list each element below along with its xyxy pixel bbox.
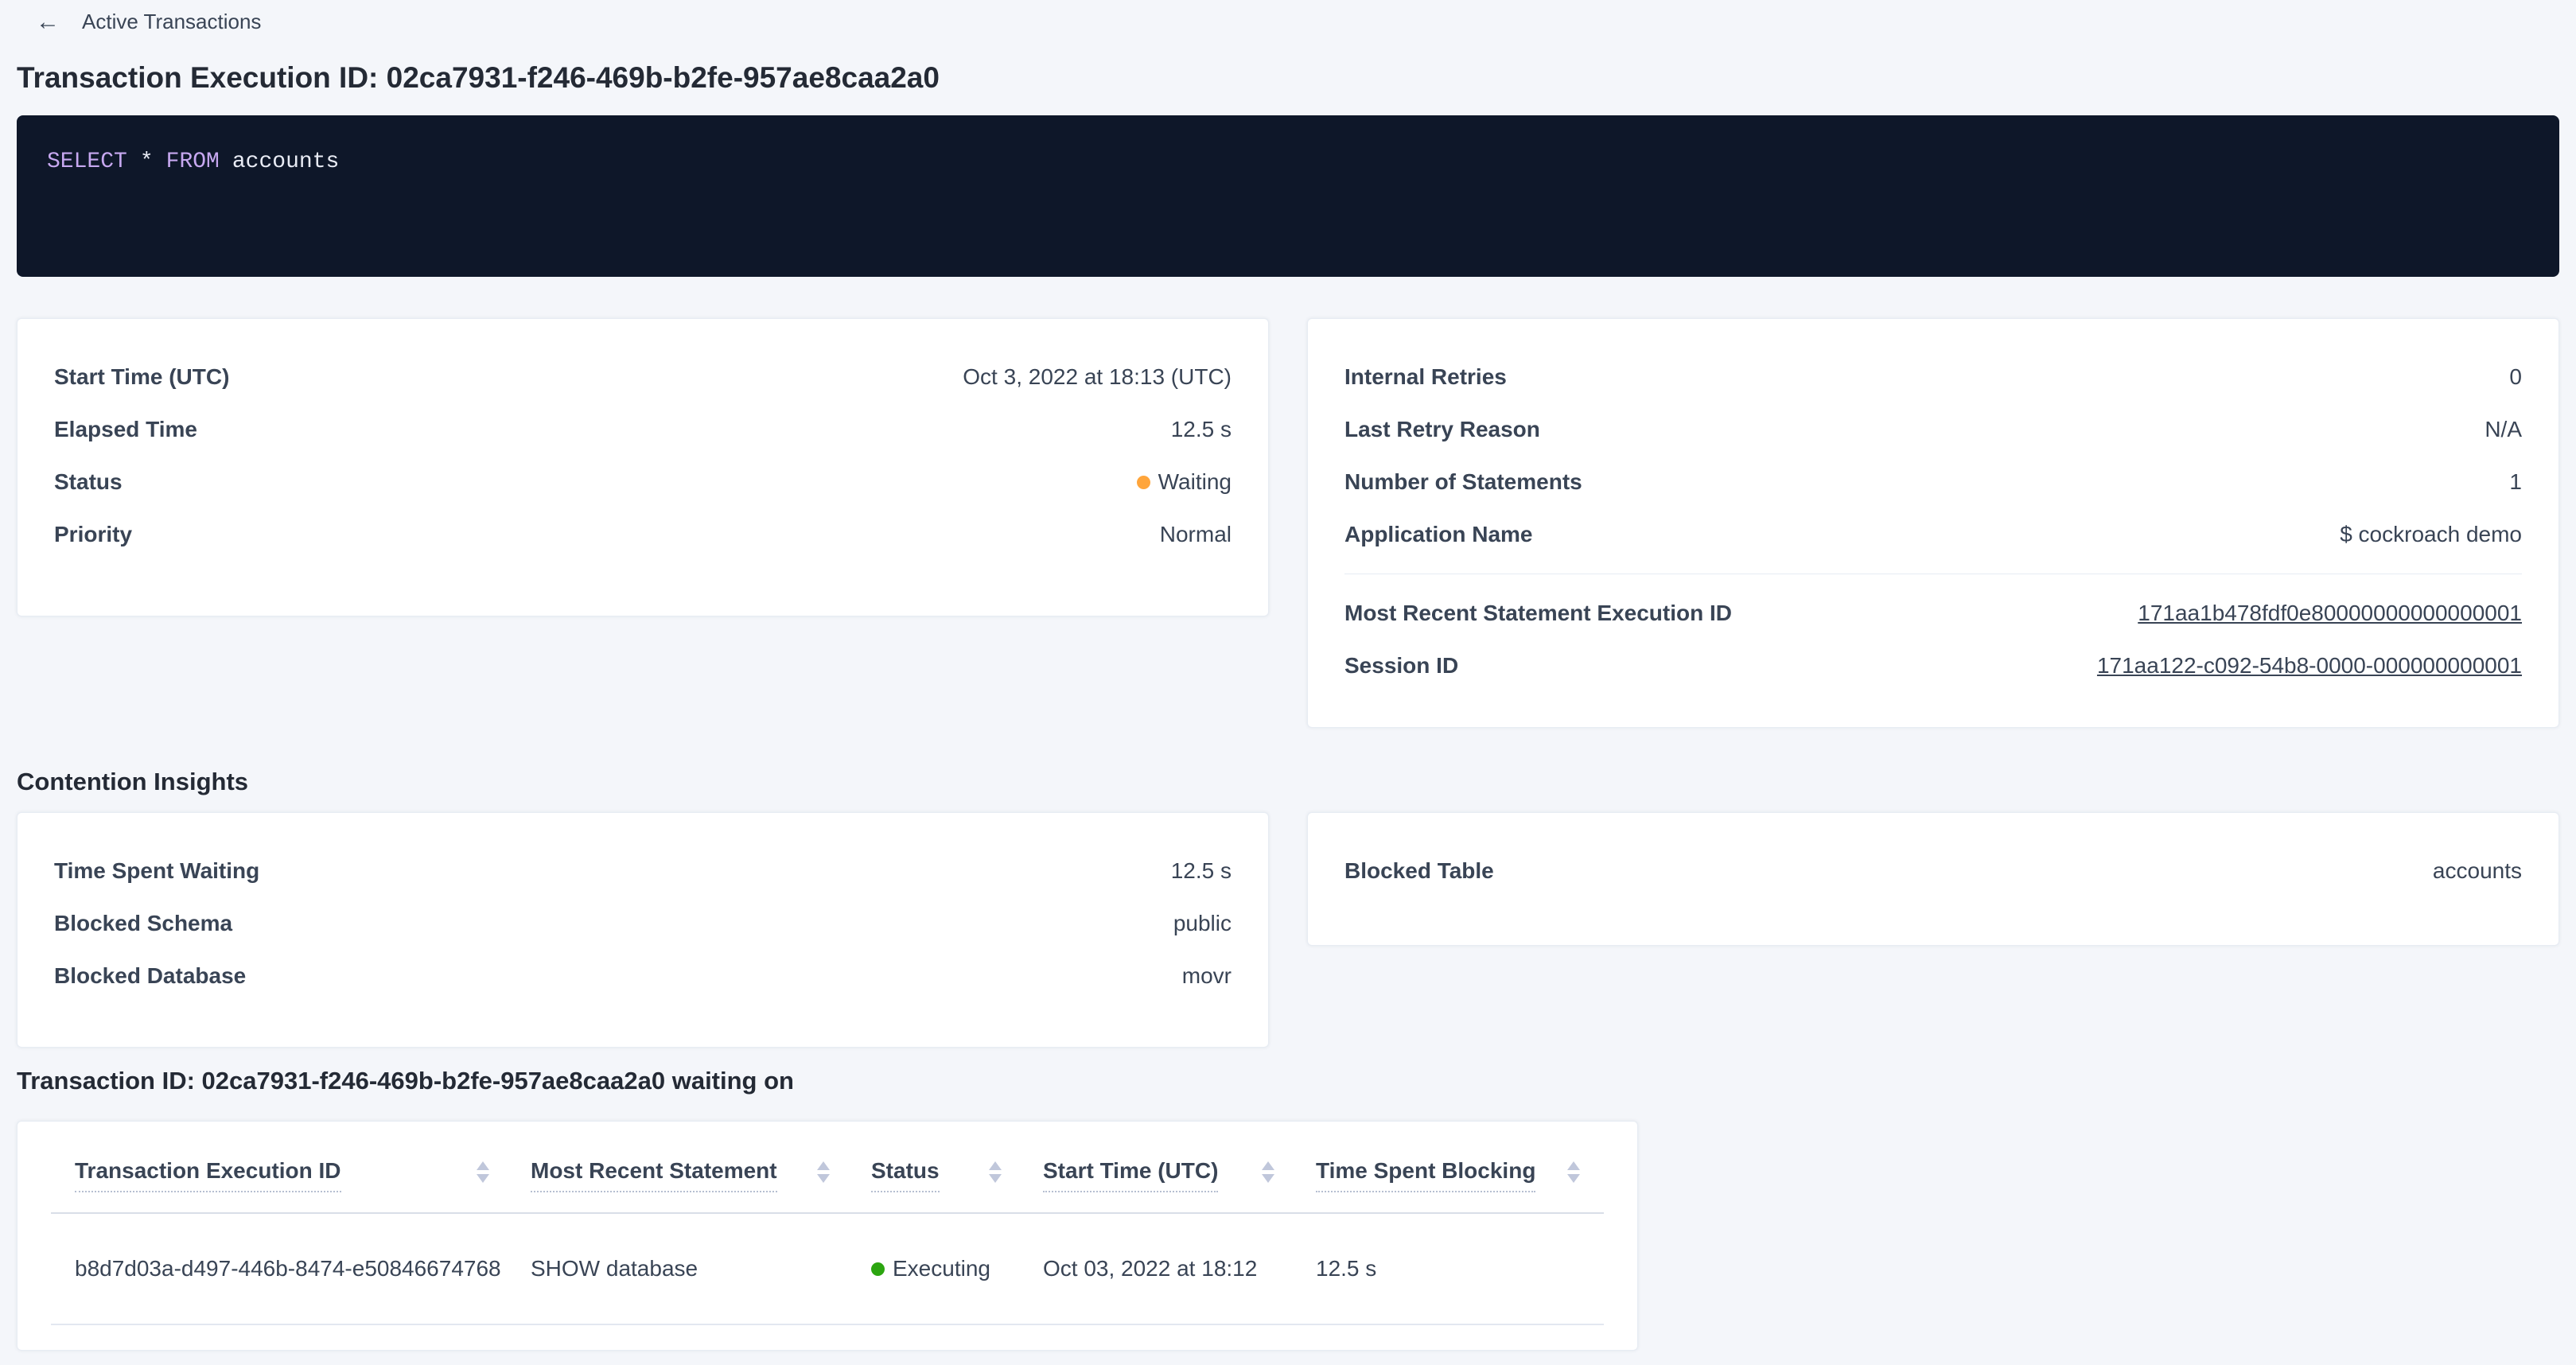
- cell-time-spent-blocking: 12.5 s: [1316, 1255, 1604, 1282]
- elapsed-time-value: 12.5 s: [1171, 417, 1232, 442]
- column-header-label: Status: [871, 1157, 940, 1192]
- session-id-label: Session ID: [1344, 653, 1458, 679]
- priority-row: Priority Normal: [54, 508, 1232, 561]
- waiting-on-table-card: Transaction Execution ID Most Recent Sta…: [17, 1121, 1638, 1351]
- column-header-time-spent-blocking[interactable]: Time Spent Blocking: [1316, 1157, 1604, 1192]
- contention-insights-heading: Contention Insights: [17, 766, 2576, 798]
- blocked-table-value: accounts: [2433, 858, 2522, 884]
- page-title: Transaction Execution ID: 02ca7931-f246-…: [17, 61, 2559, 95]
- sort-arrows-icon: [989, 1161, 1002, 1183]
- number-of-statements-row: Number of Statements 1: [1344, 456, 2522, 508]
- column-header-status[interactable]: Status: [871, 1157, 1043, 1192]
- last-retry-reason-value: N/A: [2485, 417, 2522, 442]
- blocked-schema-label: Blocked Schema: [54, 911, 232, 936]
- status-value-text: Waiting: [1158, 469, 1232, 495]
- number-of-statements-value: 1: [2509, 469, 2522, 495]
- column-header-label: Time Spent Blocking: [1316, 1157, 1535, 1192]
- transaction-summary-card: Start Time (UTC) Oct 3, 2022 at 18:13 (U…: [17, 318, 1269, 616]
- back-link-label: Active Transactions: [82, 10, 261, 34]
- blocked-database-label: Blocked Database: [54, 963, 246, 989]
- internal-retries-value: 0: [2509, 364, 2522, 390]
- sort-arrows-icon: [817, 1161, 830, 1183]
- internal-retries-label: Internal Retries: [1344, 364, 1507, 390]
- sql-keyword-select: SELECT: [47, 150, 127, 174]
- cell-transaction-execution-id: b8d7d03a-d497-446b-8474-e50846674768: [51, 1255, 531, 1282]
- back-arrow-icon: ←: [36, 10, 60, 34]
- waiting-status-dot-icon: [1137, 476, 1150, 489]
- contention-waiting-card: Time Spent Waiting 12.5 s Blocked Schema…: [17, 812, 1269, 1048]
- priority-value: Normal: [1160, 522, 1232, 547]
- cell-most-recent-statement: SHOW database: [531, 1255, 871, 1282]
- most-recent-statement-execution-id-label: Most Recent Statement Execution ID: [1344, 601, 1732, 626]
- sql-statement-text: SELECT * FROM accounts: [47, 149, 2529, 176]
- cell-start-time: Oct 03, 2022 at 18:12: [1043, 1255, 1316, 1282]
- sort-arrows-icon: [1567, 1161, 1580, 1183]
- number-of-statements-label: Number of Statements: [1344, 469, 1582, 495]
- start-time-value: Oct 3, 2022 at 18:13 (UTC): [963, 364, 1232, 390]
- internal-retries-row: Internal Retries 0: [1344, 351, 2522, 403]
- sort-arrows-icon: [477, 1161, 489, 1183]
- start-time-label: Start Time (UTC): [54, 364, 229, 390]
- transaction-details-card: Internal Retries 0 Last Retry Reason N/A…: [1307, 318, 2559, 728]
- column-header-label: Transaction Execution ID: [75, 1157, 341, 1192]
- start-time-row: Start Time (UTC) Oct 3, 2022 at 18:13 (U…: [54, 351, 1232, 403]
- waiting-on-heading: Transaction ID: 02ca7931-f246-469b-b2fe-…: [17, 1065, 2576, 1097]
- priority-label: Priority: [54, 522, 132, 547]
- column-header-most-recent-statement[interactable]: Most Recent Statement: [531, 1157, 871, 1192]
- elapsed-time-row: Elapsed Time 12.5 s: [54, 403, 1232, 456]
- application-name-row: Application Name $ cockroach demo: [1344, 508, 2522, 561]
- blocked-table-label: Blocked Table: [1344, 858, 1494, 884]
- status-label: Status: [54, 469, 123, 495]
- time-spent-waiting-label: Time Spent Waiting: [54, 858, 259, 884]
- waiting-on-table-header: Transaction Execution ID Most Recent Sta…: [51, 1122, 1604, 1214]
- contention-blocked-table-card: Blocked Table accounts: [1307, 812, 2559, 946]
- waiting-on-table-row: b8d7d03a-d497-446b-8474-e50846674768 SHO…: [51, 1214, 1604, 1325]
- time-spent-waiting-value: 12.5 s: [1171, 858, 1232, 884]
- status-value: Waiting: [1137, 469, 1232, 495]
- sql-keyword-from: FROM: [166, 150, 220, 174]
- active-transaction-details-page: ← Active Transactions Transaction Execut…: [0, 10, 2576, 1365]
- blocked-schema-value: public: [1173, 911, 1232, 936]
- column-header-label: Start Time (UTC): [1043, 1157, 1218, 1192]
- last-retry-reason-row: Last Retry Reason N/A: [1344, 403, 2522, 456]
- elapsed-time-label: Elapsed Time: [54, 417, 197, 442]
- blocked-table-row: Blocked Table accounts: [1344, 845, 2522, 897]
- sql-statement-box: SELECT * FROM accounts: [17, 115, 2559, 277]
- session-id-link[interactable]: 171aa122-c092-54b8-0000-000000000001: [2097, 653, 2522, 679]
- cell-status: Executing: [871, 1255, 1043, 1282]
- sql-star-operator: *: [140, 150, 154, 174]
- sort-arrows-icon: [1262, 1161, 1274, 1183]
- summary-cards-row: Start Time (UTC) Oct 3, 2022 at 18:13 (U…: [17, 318, 2559, 728]
- application-name-label: Application Name: [1344, 522, 1532, 547]
- blocked-database-value: movr: [1182, 963, 1232, 989]
- contention-cards-row: Time Spent Waiting 12.5 s Blocked Schema…: [17, 812, 2559, 1048]
- column-header-start-time[interactable]: Start Time (UTC): [1043, 1157, 1316, 1192]
- executing-status-dot-icon: [871, 1262, 885, 1276]
- column-header-label: Most Recent Statement: [531, 1157, 777, 1192]
- application-name-value: $ cockroach demo: [2340, 522, 2522, 547]
- blocked-database-row: Blocked Database movr: [54, 950, 1232, 1002]
- most-recent-statement-execution-id-link[interactable]: 171aa1b478fdf0e80000000000000001: [2138, 601, 2522, 626]
- sql-table-identifier: accounts: [232, 150, 339, 174]
- time-spent-waiting-row: Time Spent Waiting 12.5 s: [54, 845, 1232, 897]
- session-id-row: Session ID 171aa122-c092-54b8-0000-00000…: [1344, 640, 2522, 692]
- last-retry-reason-label: Last Retry Reason: [1344, 417, 1540, 442]
- blocked-schema-row: Blocked Schema public: [54, 897, 1232, 950]
- back-to-active-transactions-link[interactable]: ← Active Transactions: [36, 10, 261, 34]
- most-recent-statement-execution-id-row: Most Recent Statement Execution ID 171aa…: [1344, 587, 2522, 640]
- column-header-transaction-execution-id[interactable]: Transaction Execution ID: [51, 1157, 531, 1192]
- cell-status-text: Executing: [893, 1255, 990, 1282]
- status-row: Status Waiting: [54, 456, 1232, 508]
